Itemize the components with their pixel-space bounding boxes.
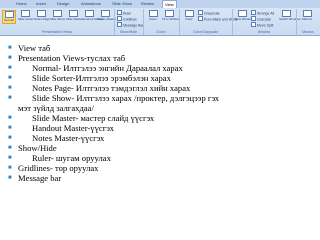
- zoom-button[interactable]: Zoom: [146, 10, 160, 24]
- list-item: ■ Notes Page- Илтгэлээ тэмдэглэл хийн хар…: [8, 83, 316, 93]
- list-item-text: Slide Master- мастер слайд үүсгэх: [32, 113, 155, 123]
- fit-to-window-button[interactable]: Fit to Window: [162, 10, 181, 24]
- list-item-text: Slide Sorter-Илтгэлээ эрэмбэлэн харах: [32, 73, 171, 83]
- list-item-text: Slide Show- Илтгэлээ харах /проктер, дэл…: [32, 93, 220, 103]
- bullet-icon: ■: [8, 135, 12, 141]
- tab-design[interactable]: Design: [55, 0, 71, 8]
- list-item: ■ Presentation Views-туслах таб: [8, 53, 316, 63]
- slide-show-icon: [52, 10, 62, 17]
- color-icon: [184, 10, 194, 17]
- macros-label: Macros: [302, 17, 312, 21]
- group-label-presentation-views: Presentation Views: [42, 30, 72, 34]
- switch-windows-icon: [281, 10, 291, 17]
- slide-master-label: Slide Master: [66, 17, 83, 21]
- list-item-text: Message bar: [18, 173, 62, 183]
- bullet-icon: ■: [8, 155, 12, 161]
- slide-show-label: Slide Show: [50, 17, 66, 21]
- handout-master-label: Handout Master: [82, 17, 104, 21]
- tab-review[interactable]: Review: [139, 0, 156, 8]
- list-item-text: Presentation Views-туслах таб: [18, 53, 126, 63]
- notes-master-button[interactable]: Notes Master: [98, 10, 116, 24]
- normal-view-label: Normal: [4, 18, 14, 22]
- list-item: ■ Handout Master-үүсгэх: [8, 123, 316, 133]
- bullet-icon: ■: [8, 55, 12, 61]
- list-item: ■ Show/Hide: [8, 143, 316, 153]
- list-item-text: Ruler- шугам оруулах: [32, 153, 111, 163]
- list-item-text: Show/Hide: [18, 143, 57, 153]
- list-item: ■ View таб: [8, 43, 316, 53]
- bullet-icon: ■: [8, 85, 12, 91]
- list-item: ■ Slide Master- мастер слайд үүсгэх: [8, 113, 316, 123]
- list-item: ■ Gridlines- тор оруулах: [8, 163, 316, 173]
- bullet-icon: ■: [8, 75, 12, 81]
- notes-page-icon: [36, 10, 46, 17]
- zoom-label: Zoom: [149, 17, 157, 21]
- slide-show-button[interactable]: Slide Show: [50, 10, 66, 24]
- new-window-label: New Window: [235, 17, 253, 21]
- slide-sorter-label: Slide Sorter: [18, 17, 34, 21]
- slide-sorter-button[interactable]: Slide Sorter: [18, 10, 34, 24]
- list-item: ■ Slide Sorter-Илтгэлээ эрэмбэлэн харах: [8, 73, 316, 83]
- new-window-button[interactable]: New Window: [235, 10, 253, 24]
- list-item-text: Handout Master-үүсгэх: [32, 123, 114, 133]
- group-label-zoom: Zoom: [156, 30, 166, 34]
- list-item: ■ Message bar: [8, 173, 316, 183]
- bullet-icon: ■: [8, 125, 12, 131]
- group-label-macros: Macros: [302, 30, 314, 34]
- list-item-text: Gridlines- тор оруулах: [18, 163, 99, 173]
- slide-master-button[interactable]: Slide Master: [66, 10, 83, 24]
- slide-master-icon: [68, 10, 78, 17]
- handout-master-button[interactable]: Handout Master: [82, 10, 104, 24]
- fit-to-window-label: Fit to Window: [162, 17, 181, 21]
- fit-to-window-icon: [164, 10, 174, 17]
- handout-master-icon: [84, 10, 94, 17]
- bullet-icon: ■: [8, 145, 12, 151]
- tab-view[interactable]: View: [162, 0, 177, 8]
- bullet-icon: ■: [8, 95, 12, 101]
- move-split-option[interactable]: Move Split: [251, 22, 273, 29]
- normal-view-button[interactable]: Normal: [2, 10, 16, 24]
- list-item: ■ Notes Master-үүсгэх: [8, 133, 316, 143]
- bullet-icon: ■: [8, 45, 12, 51]
- bullet-list: ■ View таб ■ Presentation Views-туслах таб…: [8, 43, 316, 183]
- list-item-text: Notes Master-үүсгэх: [32, 133, 105, 143]
- list-item: ■ Slide Show- Илтгэлээ харах /проктер, дэ…: [8, 93, 316, 103]
- notes-page-button[interactable]: Notes Page: [34, 10, 50, 24]
- bullet-icon: ■: [8, 65, 12, 71]
- new-window-icon: [237, 10, 247, 17]
- color-label: Color: [185, 17, 193, 21]
- ribbon-toolbar: Home Insert Design Animations Slide Show…: [0, 0, 320, 36]
- list-item-continuation: мэт зүйлд залгахдаа/: [8, 103, 316, 113]
- notes-page-label: Notes Page: [34, 17, 50, 21]
- tab-slide-show[interactable]: Slide Show: [110, 0, 134, 8]
- ribbon-tab-strip: Home Insert Design Animations Slide Show…: [0, 0, 320, 8]
- notes-master-label: Notes Master: [98, 17, 116, 21]
- slide-sorter-icon: [20, 10, 30, 17]
- group-label-color-grayscale: Color/Grayscale: [192, 30, 219, 34]
- list-item: ■ Ruler- шугам оруулах: [8, 153, 316, 163]
- notes-master-icon: [100, 10, 110, 17]
- macros-button[interactable]: Macros: [300, 10, 314, 24]
- message-bar-checkbox[interactable]: Message Bar: [117, 22, 144, 29]
- list-item-text: Notes Page- Илтгэлээ тэмдэглэл хийн хара…: [32, 83, 191, 93]
- group-label-show-hide: Show/Hide: [120, 30, 137, 34]
- bullet-icon: ■: [8, 115, 12, 121]
- tab-home[interactable]: Home: [14, 0, 29, 8]
- list-item-text: View таб: [18, 43, 51, 53]
- normal-view-icon: [4, 11, 14, 18]
- bullet-icon: ■: [8, 165, 12, 171]
- list-item: ■ Normal- Илтгэлээ энгийн Дараалал харах: [8, 63, 316, 73]
- tab-animations[interactable]: Animations: [79, 0, 103, 8]
- macros-icon: [302, 10, 312, 17]
- group-label-window: Window: [257, 30, 271, 34]
- switch-windows-button[interactable]: Switch Windows: [279, 10, 301, 24]
- list-item-text: мэт зүйлд залгахдаа/: [18, 103, 94, 113]
- color-button[interactable]: Color: [182, 10, 196, 24]
- bullet-icon: ■: [8, 175, 12, 181]
- tab-insert[interactable]: Insert: [34, 0, 48, 8]
- zoom-icon: [148, 10, 158, 17]
- switch-windows-label: Switch Windows: [279, 17, 301, 21]
- list-item-text: Normal- Илтгэлээ энгийн Дараалал харах: [32, 63, 183, 73]
